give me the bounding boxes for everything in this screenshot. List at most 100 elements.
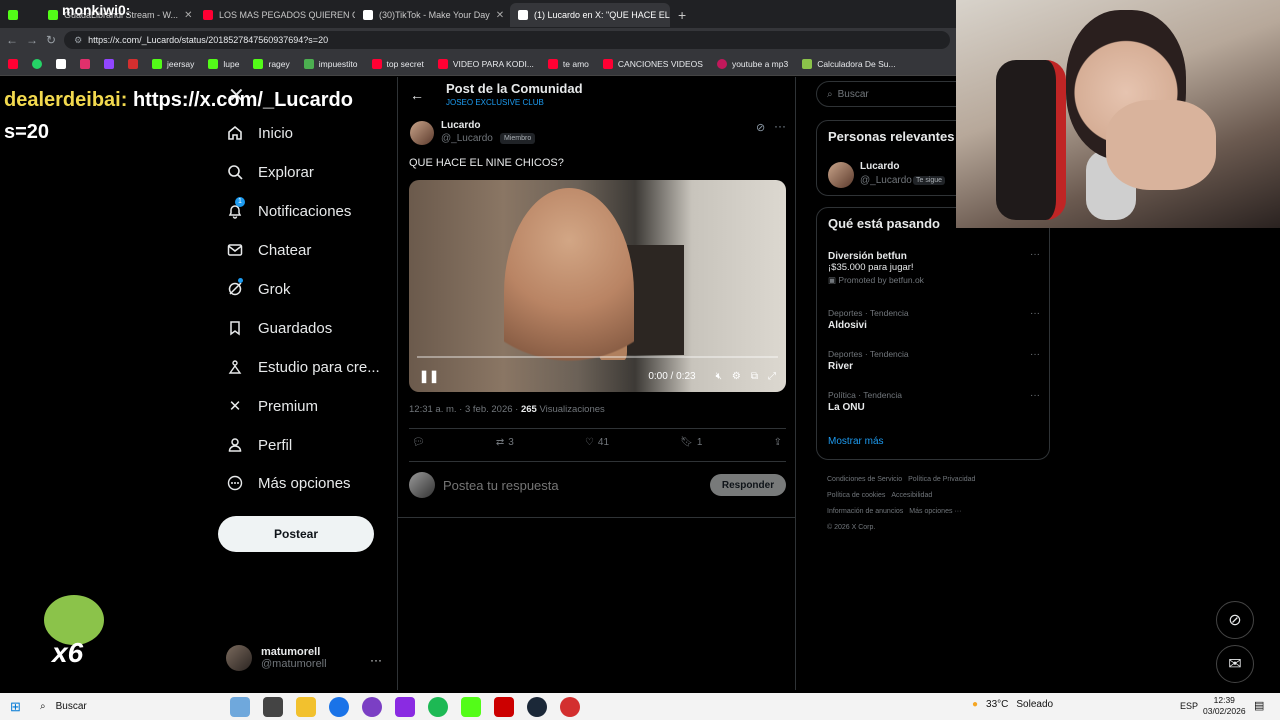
bookmark-item[interactable]: top secret <box>371 58 424 69</box>
footer-link[interactable]: Política de Privacidad <box>908 476 975 483</box>
relevant-name[interactable]: Lucardo <box>860 161 899 172</box>
bookmark-button[interactable]: 🔖︎ 1 <box>680 437 702 448</box>
more-horizontal-icon[interactable]: ··· <box>774 119 786 133</box>
reload-icon[interactable]: ↻ <box>46 33 56 47</box>
bookmark-item[interactable]: VIDEO PARA KODI... <box>437 58 534 69</box>
author-avatar[interactable] <box>410 121 434 145</box>
author-handle[interactable]: @_Lucardo <box>441 133 493 144</box>
app-icon[interactable] <box>494 696 514 717</box>
footer-link[interactable]: Accesibilidad <box>891 492 932 499</box>
folder-icon[interactable] <box>296 696 316 717</box>
task-view-icon[interactable] <box>263 696 283 717</box>
messages-float-button[interactable]: ✉ <box>1216 645 1254 683</box>
post-button[interactable]: Postear <box>218 516 374 552</box>
kick-icon[interactable] <box>461 696 481 717</box>
bookmark-item[interactable]: impuestito <box>303 58 358 69</box>
trend-item[interactable]: Política · Tendencia La ONU ··· <box>828 390 1040 413</box>
trend-item[interactable]: Deportes · Tendencia River ··· <box>828 349 1040 372</box>
author-name[interactable]: Lucardo <box>441 120 480 131</box>
community-link[interactable]: JOSEO EXCLUSIVE CLUB <box>446 98 544 107</box>
grok-icon[interactable]: ⊘ <box>756 121 765 134</box>
account-switcher[interactable]: matumorell @matumorell <box>226 645 327 671</box>
video-progress-bar[interactable] <box>417 356 778 358</box>
widget-icon[interactable] <box>230 696 250 717</box>
bookmark-item[interactable]: CANCIONES VIDEOS <box>602 58 703 69</box>
footer-link[interactable]: Condiciones de Servicio <box>827 476 902 483</box>
video-player[interactable]: ❚❚ 0:00 / 0:23 🔇︎ ⚙ ⧉ ⤢ <box>409 180 786 392</box>
mute-icon[interactable]: 🔇︎ <box>716 371 722 382</box>
bookmark-item[interactable]: ragey <box>253 58 290 69</box>
site-info-icon[interactable]: ⚙ <box>74 35 82 46</box>
relevant-handle[interactable]: @_Lucardo <box>860 175 912 186</box>
nav-mas-opciones[interactable]: Más opciones <box>226 474 351 492</box>
left-sidebar-nav: ✕ Inicio Explorar 1 Notificaciones Chatea… <box>218 77 398 690</box>
forward-icon[interactable]: → <box>26 33 38 47</box>
bookmark-item[interactable]: te amo <box>547 58 589 69</box>
app-icon[interactable] <box>395 696 415 717</box>
spotify-icon[interactable] <box>428 696 448 717</box>
bookmark-red[interactable] <box>128 58 138 69</box>
more-horizontal-icon[interactable]: ··· <box>1030 349 1040 360</box>
nav-explorar[interactable]: Explorar <box>226 163 314 181</box>
nav-perfil[interactable]: Perfil <box>226 436 292 454</box>
nav-notificaciones[interactable]: 1 Notificaciones <box>226 197 351 220</box>
reply-input[interactable] <box>443 477 710 493</box>
taskbar-search[interactable]: ⌕ Buscar <box>40 701 170 712</box>
tab-1[interactable]: LOS MAS PEGADOS QUIEREN CO✕ <box>195 3 355 27</box>
bookmark-item[interactable]: Calculadora De Su... <box>802 58 896 69</box>
grok-float-button[interactable]: ⊘ <box>1216 601 1254 639</box>
bookmark-instagram[interactable] <box>80 58 90 69</box>
nav-grok[interactable]: Grok <box>226 278 291 298</box>
notification-center-icon[interactable]: ▤ <box>1254 699 1264 712</box>
url-input[interactable]: ⚙ https://x.com/_Lucardo/status/201852784… <box>64 31 950 49</box>
bookmark-item[interactable]: jeersay <box>152 58 194 69</box>
bookmark-item[interactable]: lupe <box>208 58 239 69</box>
pause-icon[interactable]: ❚❚ <box>419 369 439 383</box>
bookmark-twitch[interactable] <box>104 58 114 69</box>
like-button[interactable]: ♡ 41 <box>585 437 609 448</box>
nav-chatear[interactable]: Chatear <box>226 241 311 259</box>
fullscreen-icon[interactable]: ⤢ <box>768 371 776 382</box>
app-icon[interactable] <box>560 696 580 717</box>
windows-start-icon[interactable]: ⊞ <box>10 699 21 715</box>
tab-2[interactable]: (30)TikTok - Make Your Day ✕ <box>355 3 510 27</box>
back-icon[interactable]: ← <box>6 33 18 47</box>
reply-submit-button[interactable]: Responder <box>710 474 786 496</box>
show-more-link[interactable]: Mostrar más <box>828 436 884 447</box>
footer-link[interactable]: Más opciones ··· <box>909 508 961 515</box>
close-icon[interactable]: ✕ <box>184 10 192 21</box>
close-icon[interactable]: ✕ <box>496 10 504 21</box>
bookmark-x[interactable] <box>56 58 66 69</box>
reply-button[interactable]: 💬︎ <box>412 437 425 448</box>
bookmark-youtube[interactable] <box>8 58 18 69</box>
trend-item[interactable]: Diversión betfun ¡$35.000 para jugar! ▣ … <box>828 249 1040 286</box>
weather-widget[interactable]: ● 33°C Soleado <box>972 699 1053 710</box>
steam-icon[interactable] <box>527 696 547 717</box>
more-horizontal-icon[interactable]: ··· <box>370 653 382 667</box>
app-icon[interactable] <box>362 696 382 717</box>
trend-item[interactable]: Deportes · Tendencia Aldosivi ··· <box>828 308 1040 331</box>
more-horizontal-icon[interactable]: ··· <box>1030 390 1040 401</box>
settings-icon[interactable]: ⚙ <box>732 371 741 382</box>
nav-guardados[interactable]: Guardados <box>226 319 332 337</box>
back-arrow-icon[interactable]: ← <box>410 87 424 103</box>
footer-link[interactable]: Información de anuncios <box>827 508 903 515</box>
new-tab-button[interactable]: + <box>670 3 694 27</box>
chrome-icon[interactable] <box>329 696 349 717</box>
more-horizontal-icon[interactable]: ··· <box>1030 308 1040 319</box>
footer-link[interactable]: Política de cookies <box>827 492 885 499</box>
youtube-icon <box>203 10 213 20</box>
nav-premium[interactable]: ✕ Premium <box>226 397 318 416</box>
bookmark-item[interactable]: youtube a mp3 <box>716 58 788 69</box>
language-indicator[interactable]: ESP <box>1180 701 1198 711</box>
clock[interactable]: 12:39 03/02/2026 <box>1203 695 1246 717</box>
repost-button[interactable]: ⇄ 3 <box>496 437 514 448</box>
tab-3[interactable]: (1) Lucardo en X: "QUE HACE EL N✕ <box>510 3 670 27</box>
avatar[interactable] <box>828 162 854 188</box>
share-button[interactable]: ⇪ <box>774 437 782 448</box>
more-horizontal-icon[interactable]: ··· <box>1030 249 1040 260</box>
picture-in-picture-icon[interactable]: ⧉ <box>751 371 758 382</box>
nav-estudio[interactable]: Estudio para cre... <box>226 358 380 376</box>
bookmark-whatsapp[interactable] <box>32 58 42 69</box>
tab-kick-pinned[interactable] <box>0 3 40 27</box>
